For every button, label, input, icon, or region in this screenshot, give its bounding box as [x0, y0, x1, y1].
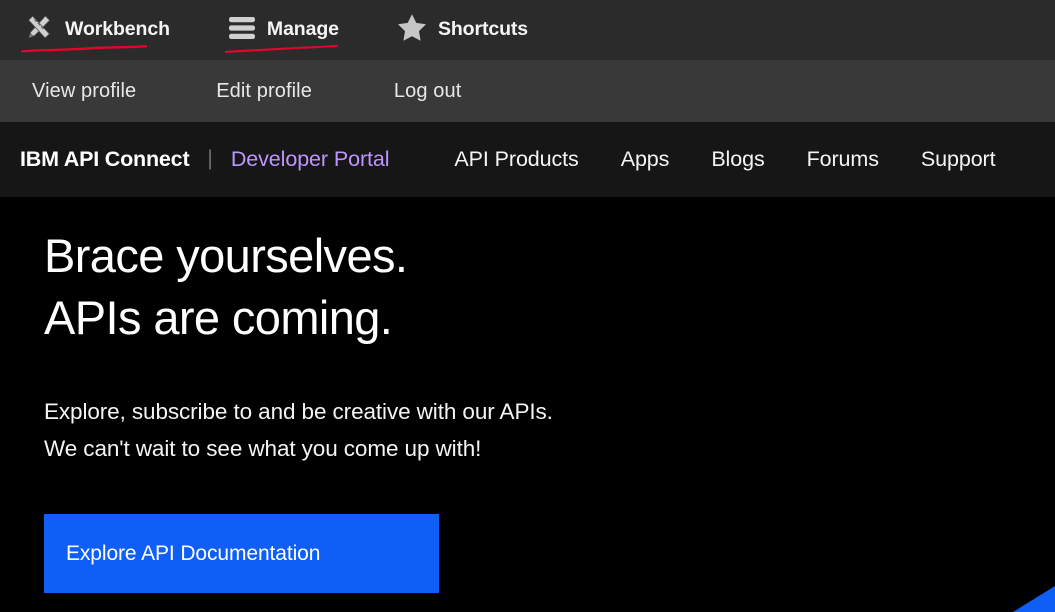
hamburger-menu-icon: [228, 15, 256, 46]
hero-body-line-2: We can't wait to see what you come up wi…: [44, 435, 482, 461]
profile-bar: View profile Edit profile Log out: [0, 60, 1055, 122]
brand-title[interactable]: IBM API Connect: [20, 148, 190, 171]
hero-heading-line-2: APIs are coming.: [44, 290, 393, 344]
corner-accent-wedge: [1013, 586, 1055, 612]
nav-link-forums[interactable]: Forums: [786, 148, 900, 171]
admin-toolbar: Workbench Manage Shortcuts: [0, 0, 1055, 60]
portal-nav-bar: IBM API Connect | Developer Portal API P…: [0, 122, 1055, 197]
explore-api-documentation-button[interactable]: Explore API Documentation: [44, 514, 439, 593]
nav-link-support[interactable]: Support: [900, 148, 1017, 171]
log-out-link[interactable]: Log out: [378, 81, 477, 101]
hero-heading-line-1: Brace yourselves.: [44, 229, 408, 282]
toolbar-item-workbench[interactable]: Workbench: [10, 0, 184, 60]
hero-body-text: Explore, subscribe to and be creative wi…: [44, 394, 1055, 467]
portal-nav-links: API Products Apps Blogs Forums Support: [433, 148, 1017, 171]
star-icon: [397, 13, 427, 47]
toolbar-item-shortcuts[interactable]: Shortcuts: [383, 0, 542, 60]
portal-name-link[interactable]: Developer Portal: [231, 148, 390, 171]
toolbar-item-manage-label: Manage: [266, 18, 339, 41]
hero-section: Brace yourselves. APIs are coming. Explo…: [0, 197, 1055, 612]
hero-heading: Brace yourselves. APIs are coming.: [44, 225, 1055, 348]
edit-profile-link[interactable]: Edit profile: [200, 81, 328, 101]
nav-link-blogs[interactable]: Blogs: [690, 148, 785, 171]
brand-divider: |: [207, 147, 213, 170]
toolbar-item-shortcuts-label: Shortcuts: [437, 18, 529, 41]
hero-body-line-1: Explore, subscribe to and be creative wi…: [44, 399, 553, 425]
nav-link-api-products[interactable]: API Products: [433, 148, 599, 171]
toolbar-item-workbench-label: Workbench: [65, 18, 170, 41]
toolbar-item-manage[interactable]: Manage: [214, 0, 353, 60]
nav-link-apps[interactable]: Apps: [600, 148, 691, 171]
view-profile-link[interactable]: View profile: [16, 81, 152, 101]
tools-icon: [24, 13, 54, 48]
